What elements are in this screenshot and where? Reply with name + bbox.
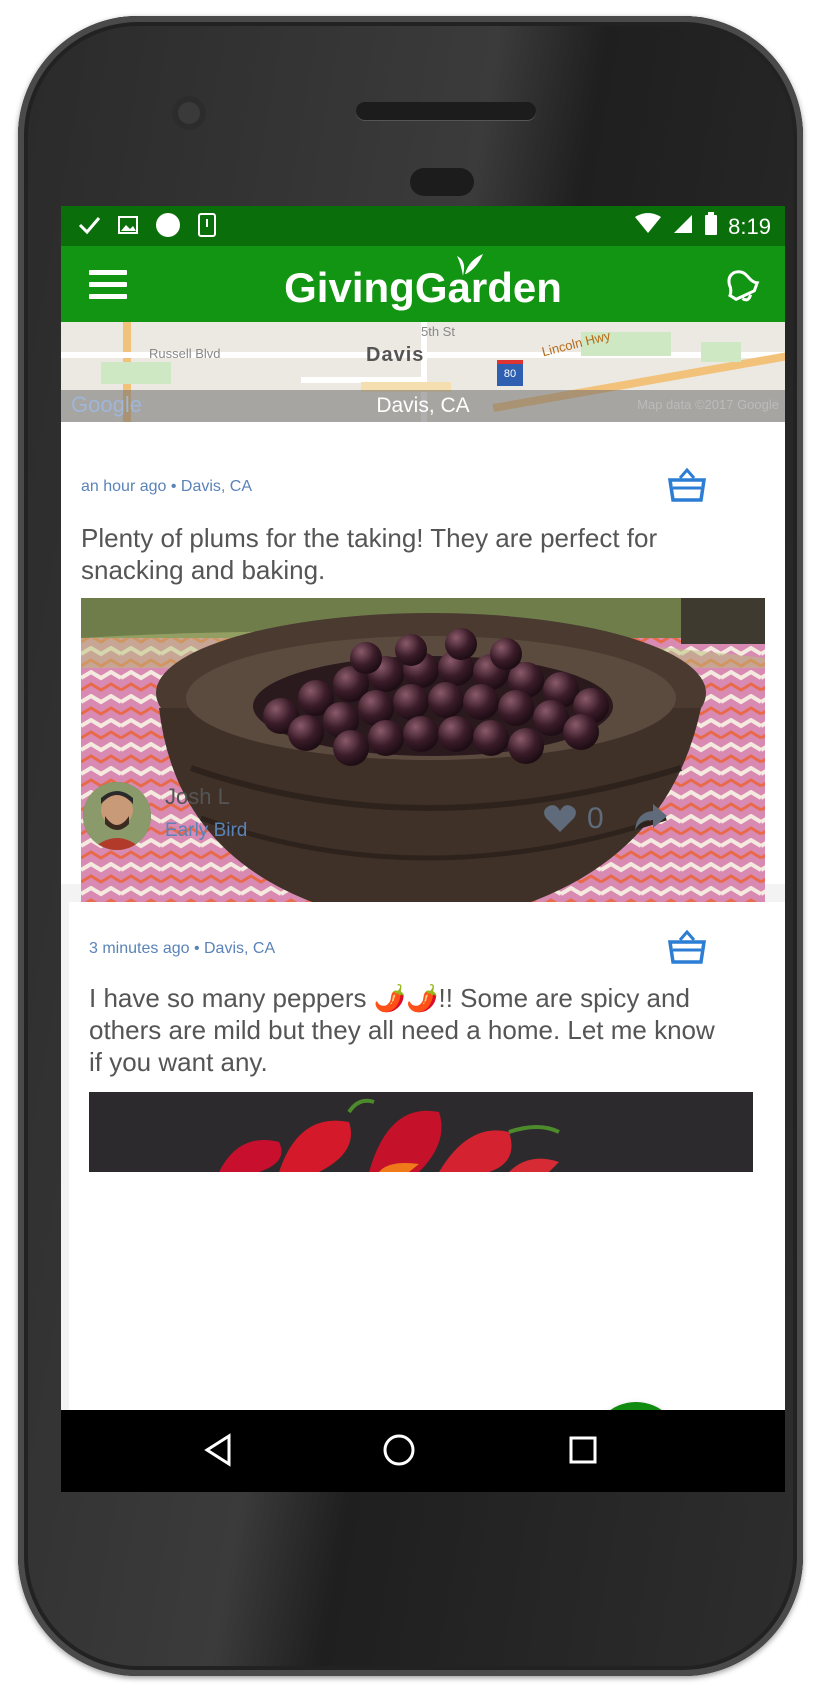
recents-icon (569, 1436, 597, 1464)
proximity-sensor (410, 168, 474, 196)
heart-icon (544, 805, 576, 832)
highway-shield-icon: 80 (497, 360, 523, 386)
location-map[interactable]: Russell Blvd 5th St Lincoln Hwy 80 Davis… (61, 322, 785, 422)
street-label: Russell Blvd (149, 346, 221, 361)
navigation-bar (61, 1410, 785, 1492)
signal-icon (672, 213, 694, 241)
status-bar: 8:19 (61, 206, 785, 246)
app-title: GivingGarden (284, 264, 562, 311)
bell-button[interactable] (721, 266, 761, 311)
circle-icon (155, 212, 181, 244)
map-location-band: Google Davis, CA Map data ©2017 Google (61, 390, 785, 422)
author-name[interactable]: Josh L (165, 784, 230, 810)
post-meta: 3 minutes ago • Davis, CA (89, 940, 276, 957)
author-avatar[interactable] (83, 782, 151, 850)
street-label: 5th St (421, 324, 455, 339)
recents-button[interactable] (563, 1430, 603, 1475)
share-icon (635, 804, 667, 830)
bell-icon (727, 270, 760, 302)
post-card: an hour ago • Davis, CA Plenty of plums … (61, 422, 785, 956)
wifi-icon (634, 213, 662, 241)
basket-button[interactable] (667, 466, 707, 511)
share-button[interactable] (633, 802, 669, 839)
map-attribution: Map data ©2017 Google (637, 397, 779, 412)
feed: an hour ago • Davis, CA Plenty of plums … (61, 422, 785, 1492)
basket-button[interactable] (667, 928, 707, 973)
basket-icon (667, 929, 707, 964)
author-badge: Early Bird (165, 820, 248, 841)
earpiece-speaker (356, 102, 536, 120)
device-icon (197, 212, 217, 244)
battery-icon (704, 212, 718, 242)
like-button[interactable]: 0 (543, 802, 604, 836)
back-icon (204, 1433, 231, 1467)
home-icon (383, 1434, 415, 1466)
post-text: Plenty of plums for the taking! They are… (81, 523, 658, 585)
status-time: 8:19 (728, 214, 771, 239)
front-camera (172, 96, 206, 130)
check-icon (77, 214, 101, 242)
app-screen: 8:19 GivingGarden Russell Blvd 5th St Li… (61, 206, 785, 1492)
basket-icon (667, 467, 707, 502)
image-icon (117, 214, 139, 242)
home-button[interactable] (379, 1430, 419, 1475)
post-photo[interactable] (89, 1092, 753, 1172)
post-text: I have so many peppers 🌶️🌶️!! Some are s… (89, 983, 715, 1077)
app-bar: GivingGarden (61, 246, 785, 322)
post-meta: an hour ago • Davis, CA (81, 478, 253, 495)
like-count: 0 (587, 802, 604, 835)
map-city-label: Davis (366, 344, 425, 366)
back-button[interactable] (199, 1430, 239, 1475)
post-card: 3 minutes ago • Davis, CA I have so many… (69, 902, 785, 1492)
